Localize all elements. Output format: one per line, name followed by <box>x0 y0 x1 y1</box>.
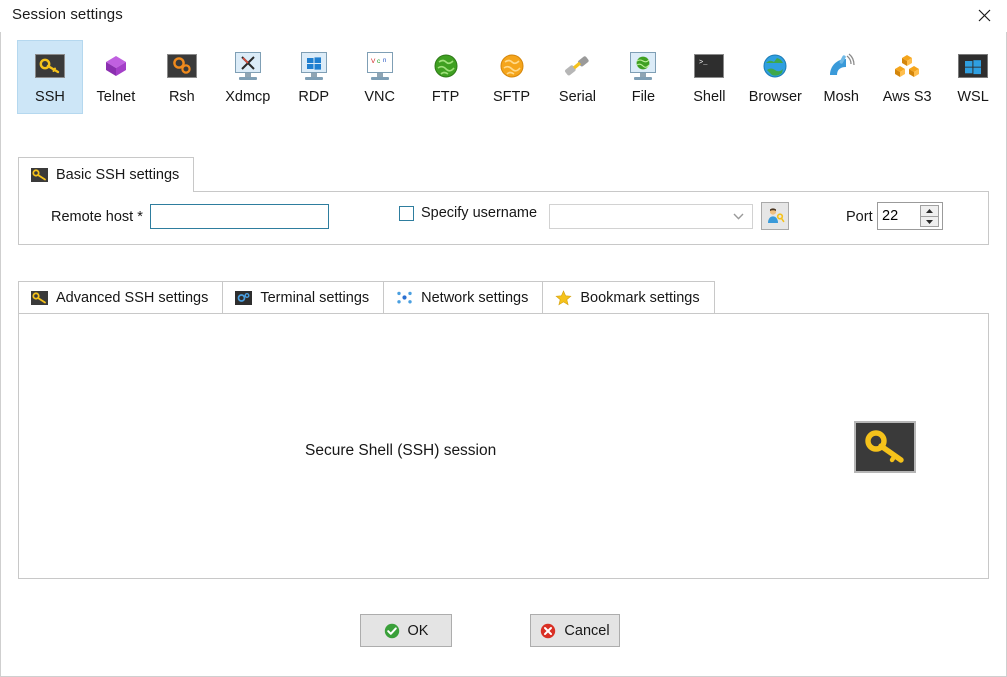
protocol-item-rdp[interactable]: RDP <box>281 40 347 114</box>
port-increment-button[interactable] <box>920 205 939 216</box>
tab-label: Basic SSH settings <box>56 167 180 183</box>
select-user-button[interactable] <box>761 202 789 230</box>
green-check-icon <box>384 623 400 639</box>
protocol-item-sftp[interactable]: SFTP <box>479 40 545 114</box>
port-label: Port <box>846 209 873 225</box>
protocol-item-shell[interactable]: >_ Shell <box>676 40 742 114</box>
aws-cubes-icon <box>891 50 923 82</box>
green-globe-icon <box>430 50 462 82</box>
key-icon <box>854 421 916 473</box>
port-input[interactable] <box>878 203 920 229</box>
remote-host-label: Remote host * <box>51 209 143 225</box>
protocol-item-mosh[interactable]: Mosh <box>808 40 874 114</box>
tab-network-settings[interactable]: Network settings <box>383 281 543 314</box>
tab-label: Network settings <box>421 289 529 306</box>
protocol-label: Telnet <box>96 89 136 105</box>
protocol-item-aws-s3[interactable]: Aws S3 <box>874 40 940 114</box>
orange-gears-icon <box>166 50 198 82</box>
satellite-dish-icon <box>825 50 857 82</box>
protocol-item-file[interactable]: File <box>610 40 676 114</box>
specify-username-label: Specify username <box>421 205 538 221</box>
windows-monitor-icon <box>298 50 330 82</box>
protocol-item-ftp[interactable]: FTP <box>413 40 479 114</box>
port-decrement-button[interactable] <box>920 216 939 227</box>
tab-terminal-settings[interactable]: Terminal settings <box>222 281 384 314</box>
svg-text:V: V <box>371 58 376 65</box>
tab-basic-ssh-settings[interactable]: Basic SSH settings <box>18 157 195 192</box>
blue-globe-icon <box>759 50 791 82</box>
tab-bookmark-settings[interactable]: Bookmark settings <box>542 281 715 314</box>
globe-monitor-icon <box>627 50 659 82</box>
protocol-item-serial[interactable]: Serial <box>545 40 611 114</box>
protocol-label: VNC <box>364 89 395 105</box>
orange-globe-icon <box>496 50 528 82</box>
settings-tab-strip: Advanced SSH settings Terminal settings … <box>18 281 715 314</box>
remote-host-input[interactable] <box>150 204 329 229</box>
protocol-item-vnc[interactable]: V c n VNC <box>347 40 413 114</box>
windows-logo-icon <box>957 50 989 82</box>
star-icon <box>555 289 572 306</box>
username-combobox[interactable] <box>549 204 753 229</box>
network-dots-icon <box>396 290 413 305</box>
checkbox-box <box>399 205 414 221</box>
session-description: Secure Shell (SSH) session <box>305 442 497 459</box>
protocol-item-ssh[interactable]: SSH <box>17 40 83 114</box>
specify-username-checkbox[interactable]: Specify username <box>399 205 537 221</box>
ok-button-label: OK <box>407 622 429 639</box>
chevron-up-icon <box>926 209 933 213</box>
protocol-label: Browser <box>748 89 802 105</box>
protocol-label: Shell <box>693 89 726 105</box>
tab-label: Advanced SSH settings <box>56 289 209 306</box>
tab-label: Bookmark settings <box>580 289 700 306</box>
vnc-monitor-icon: V c n <box>364 50 396 82</box>
key-icon <box>31 168 48 182</box>
svg-text:>_: >_ <box>699 59 708 67</box>
protocol-label: File <box>631 89 656 105</box>
protocol-item-telnet[interactable]: Telnet <box>83 40 149 114</box>
key-icon <box>34 50 66 82</box>
tab-advanced-ssh-settings[interactable]: Advanced SSH settings <box>18 281 223 314</box>
protocol-label: FTP <box>431 89 460 105</box>
terminal-gear-icon <box>235 290 253 305</box>
protocol-label: Serial <box>558 89 596 105</box>
svg-text:n: n <box>383 58 386 64</box>
port-spin-buttons <box>920 203 942 229</box>
chevron-down-icon <box>733 213 744 220</box>
settings-content-panel: Secure Shell (SSH) session <box>18 313 989 579</box>
protocol-label: SFTP <box>493 89 531 105</box>
title-bar: Session settings <box>0 0 1007 32</box>
cancel-button[interactable]: Cancel <box>530 614 620 647</box>
basic-settings-panel: Remote host * Specify username Port <box>18 191 989 245</box>
protocol-item-xdmcp[interactable]: Xdmcp <box>215 40 281 114</box>
red-x-icon <box>540 623 556 639</box>
user-key-icon <box>768 208 785 223</box>
protocol-toolbar: SSH Telnet Rsh Xdmcp RDP V c n VNC FTP S… <box>1 40 1006 130</box>
chevron-down-icon <box>926 219 933 224</box>
protocol-item-rsh[interactable]: Rsh <box>149 40 215 114</box>
protocol-label: WSL <box>957 89 989 105</box>
plug-connector-icon <box>561 50 593 82</box>
protocol-item-browser[interactable]: Browser <box>742 40 808 114</box>
close-button[interactable] <box>961 0 1007 31</box>
protocol-label: Aws S3 <box>882 89 932 105</box>
x-monitor-icon <box>232 50 264 82</box>
key-icon <box>31 290 48 305</box>
port-spinner[interactable] <box>877 202 943 230</box>
close-icon <box>978 9 990 22</box>
terminal-prompt-icon: >_ <box>693 50 725 82</box>
protocol-label: Xdmcp <box>225 89 271 105</box>
tab-label: Terminal settings <box>260 289 370 306</box>
window-title: Session settings <box>12 6 123 23</box>
protocol-label: SSH <box>35 89 65 105</box>
purple-cube-icon <box>100 50 132 82</box>
cancel-button-label: Cancel <box>564 622 610 639</box>
protocol-label: Mosh <box>823 89 859 105</box>
svg-text:c: c <box>377 58 381 65</box>
ok-button[interactable]: OK <box>360 614 452 647</box>
protocol-item-wsl[interactable]: WSL <box>940 40 1006 114</box>
protocol-label: RDP <box>298 89 330 105</box>
protocol-label: Rsh <box>168 89 195 105</box>
